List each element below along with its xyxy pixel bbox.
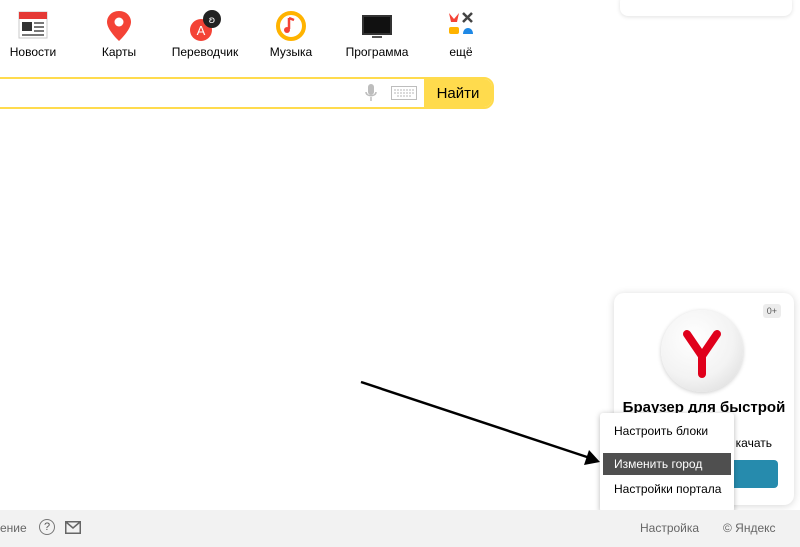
top-right-panel bbox=[620, 0, 792, 16]
menu-item-change-city[interactable]: Изменить город bbox=[603, 453, 731, 475]
menu-item-portal-settings[interactable]: Настройки портала bbox=[603, 478, 731, 500]
service-news[interactable]: Новости bbox=[0, 6, 78, 66]
service-more[interactable]: ещё bbox=[416, 6, 506, 66]
service-label: Новости bbox=[9, 45, 57, 59]
service-label: Карты bbox=[101, 45, 137, 59]
footer-copyright[interactable]: © Яндекс bbox=[723, 521, 776, 535]
service-music[interactable]: Музыка bbox=[246, 6, 336, 66]
service-label: Программа bbox=[345, 45, 409, 59]
search-button[interactable]: Найти bbox=[424, 79, 492, 107]
service-label: Переводчик bbox=[171, 45, 239, 59]
yandex-browser-logo bbox=[661, 310, 743, 392]
promo-subtitle: качать bbox=[735, 436, 772, 450]
service-tv[interactable]: Программа bbox=[332, 6, 422, 66]
service-maps[interactable]: Карты bbox=[74, 6, 164, 66]
age-rating-badge: 0+ bbox=[762, 304, 781, 318]
tv-icon bbox=[362, 15, 392, 38]
music-icon bbox=[276, 11, 306, 41]
mail-icon[interactable] bbox=[65, 521, 81, 537]
keyboard-icon[interactable] bbox=[384, 79, 424, 107]
service-label: ещё bbox=[449, 45, 473, 59]
svg-text:ʚ: ʚ bbox=[209, 15, 216, 26]
newspaper-icon bbox=[18, 11, 48, 39]
footer-settings-link[interactable]: Настройка bbox=[640, 521, 699, 535]
map-pin-icon bbox=[107, 11, 131, 41]
settings-menu: Настроить блоки Изменить город Настройки… bbox=[600, 413, 734, 512]
more-services-icon bbox=[449, 12, 473, 34]
footer-link-partial[interactable]: ение bbox=[0, 521, 27, 535]
translate-icon: A ʚ bbox=[190, 10, 221, 41]
search-bar: Найти bbox=[0, 77, 494, 109]
footer: ение ? Настройка © Яндекс bbox=[0, 510, 800, 547]
service-label: Музыка bbox=[269, 45, 313, 59]
microphone-icon[interactable] bbox=[358, 79, 384, 107]
search-input[interactable] bbox=[0, 79, 358, 107]
svg-text:A: A bbox=[197, 23, 206, 38]
service-translate[interactable]: A ʚ Переводчик bbox=[160, 6, 250, 66]
menu-item-configure-blocks[interactable]: Настроить блоки bbox=[603, 420, 731, 442]
help-icon[interactable]: ? bbox=[39, 519, 55, 535]
services-row: Новости Карты A ʚ Переводчик Музыка Прог… bbox=[0, 0, 500, 70]
